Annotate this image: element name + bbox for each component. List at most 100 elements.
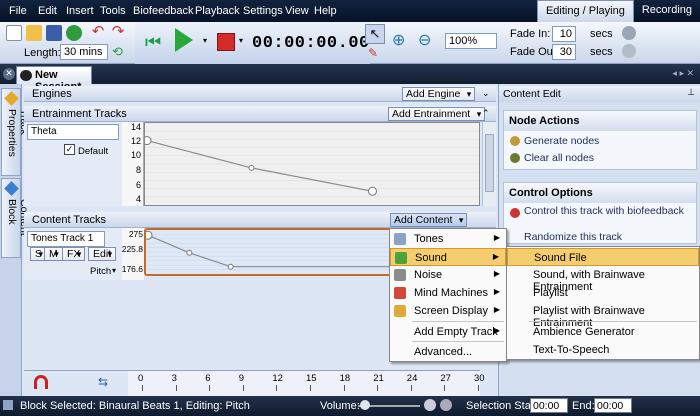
curve-node[interactable] (143, 230, 153, 240)
add-engine-button[interactable]: Add Engine (402, 87, 476, 101)
save-icon[interactable] (46, 25, 62, 41)
curve-line[interactable] (147, 234, 396, 268)
randomize-link[interactable]: Randomize this track (524, 231, 622, 243)
play-options-icon[interactable]: ▾ (203, 36, 207, 45)
length-select[interactable]: 30 mins (60, 44, 108, 60)
fade-out-input[interactable]: 30 (552, 44, 576, 60)
volume-slider[interactable] (358, 400, 420, 410)
close-session-icon[interactable]: ✕ (3, 68, 15, 80)
mind-machines-icon (394, 287, 406, 299)
menu-item-advanced[interactable]: Advanced... (390, 343, 506, 361)
generate-nodes-link[interactable]: Generate nodes (524, 135, 599, 147)
open-folder-icon[interactable] (26, 25, 42, 41)
menu-item-sound[interactable]: Sound ▶ (390, 248, 506, 266)
curve-node[interactable] (368, 186, 377, 196)
curve-node[interactable] (186, 249, 193, 256)
entrainment-scrollbar[interactable] (482, 122, 496, 206)
menu-insert[interactable]: Insert (66, 5, 94, 17)
add-content-button[interactable]: Add Content (390, 213, 468, 227)
submenu-item-sound-file[interactable]: Sound File (507, 248, 699, 266)
content-track-select[interactable]: Tones Track 1 (27, 231, 105, 247)
fit-view-icon[interactable]: ⇆ (98, 375, 116, 389)
clear-nodes-link[interactable]: Clear all nodes (524, 152, 594, 164)
selection-start-input[interactable]: 00:00 (530, 398, 568, 413)
settings-gear-icon[interactable] (622, 26, 636, 40)
submenu-item-playlist-brainwave[interactable]: Playlist with Brainwave Entrainment (507, 302, 699, 329)
volume-plus-icon[interactable] (424, 399, 436, 411)
tab-track-properties[interactable]: Track Properties (1, 88, 30, 176)
submenu-item-playlist[interactable]: Playlist (507, 284, 699, 302)
new-file-icon[interactable] (6, 25, 22, 41)
help-icon[interactable] (622, 44, 636, 58)
volume-slider-thumb[interactable] (360, 400, 370, 410)
selection-end-input[interactable]: 00:00 (594, 398, 632, 413)
entrainment-graph[interactable] (142, 122, 480, 206)
export-icon[interactable] (66, 25, 82, 41)
menu-edit[interactable]: Edit (38, 5, 57, 17)
curve-node[interactable] (142, 136, 152, 146)
pitch-dropdown-icon[interactable]: ▾ (112, 266, 116, 275)
menu-tools[interactable]: Tools (100, 5, 126, 17)
mute-button[interactable]: M (44, 247, 63, 261)
curve-node[interactable] (227, 263, 234, 270)
add-entrainment-button[interactable]: Add Entrainment (388, 107, 486, 121)
pencil-tool-icon[interactable]: ✎ (368, 46, 378, 60)
default-checkbox[interactable]: ✓ (64, 144, 75, 155)
content-curve[interactable] (143, 230, 399, 274)
curve-line[interactable] (146, 140, 373, 192)
fade-in-input[interactable]: 10 (552, 26, 576, 42)
collapse-engines-icon[interactable]: ⌄ (482, 88, 490, 99)
session-tab[interactable]: New Session* (16, 66, 92, 93)
menu-item-noise[interactable]: Noise ▶ (390, 266, 506, 284)
submenu-item-sound-brainwave[interactable]: Sound, with Brainwave Entrainment (507, 266, 699, 293)
rewind-icon[interactable]: ⏮ (145, 33, 161, 51)
refresh-icon[interactable]: ⟲ (112, 45, 128, 61)
zoom-in-icon[interactable]: ⊕ (392, 30, 405, 50)
tab-editing-playing[interactable]: Editing / Playing (536, 0, 634, 22)
undo-icon[interactable]: ↶ (90, 24, 106, 41)
clear-nodes-icon (510, 153, 520, 163)
submenu-item-ambience-generator[interactable]: Ambience Generator (507, 323, 699, 341)
menu-item-mind-machines[interactable]: Mind Machines ▶ (390, 284, 506, 302)
menu-biofeedback[interactable]: Biofeedback (133, 5, 194, 17)
fx-button[interactable]: FX (62, 247, 86, 261)
entrainment-ytick: 8 (135, 165, 141, 175)
add-content-menu: Tones ▶ Sound ▶ Noise ▶ Mind Machines ▶ … (389, 228, 507, 362)
pin-icon[interactable]: ⊥ (687, 87, 695, 98)
redo-icon[interactable]: ↷ (110, 24, 126, 41)
submenu-item-text-to-speech[interactable]: Text-To-Speech (507, 341, 699, 359)
curve-node[interactable] (248, 164, 255, 171)
tab-content-block[interactable]: Content Block (1, 178, 30, 258)
ruler-tick-mark (444, 385, 446, 391)
play-icon[interactable] (175, 28, 193, 52)
collapse-entrainment-icon[interactable]: ⌃ (482, 108, 490, 119)
content-block[interactable] (143, 228, 400, 276)
menu-help[interactable]: Help (314, 5, 337, 17)
menu-settings[interactable]: Settings (243, 5, 283, 17)
zoom-out-icon[interactable]: ⊖ (418, 30, 431, 50)
timeline-ruler[interactable]: 0 3 6 9 12 15 18 21 24 27 30 (128, 370, 485, 396)
menu-item-add-empty-track[interactable]: Add Empty Track ▶ (390, 323, 506, 341)
ruler-tick-mark (410, 385, 412, 391)
menu-item-tones[interactable]: Tones ▶ (390, 230, 506, 248)
zoom-select[interactable]: 100% (445, 33, 497, 49)
biofeedback-link[interactable]: Control this track with biofeedback (524, 206, 694, 217)
menu-item-screen-display[interactable]: Screen Display ▶ (390, 302, 506, 320)
stop-icon[interactable] (217, 33, 235, 51)
entrainment-curve[interactable] (142, 123, 479, 205)
pointer-tool-icon[interactable]: ↖ (365, 24, 385, 44)
content-row: Content Tracks Add Content (24, 212, 496, 228)
tab-nav-icons[interactable]: ◂ ▸ ✕ (672, 68, 694, 79)
stop-options-icon[interactable]: ▾ (239, 36, 243, 45)
menu-playback[interactable]: Playback (195, 5, 240, 17)
entrainment-type-select[interactable]: Theta (27, 124, 119, 140)
menu-item-label: Tones (414, 233, 444, 245)
edit-track-button[interactable]: Edit (88, 247, 117, 261)
tab-recording[interactable]: Recording (634, 0, 700, 22)
entrainment-scroll-thumb[interactable] (485, 134, 494, 192)
screen-display-icon (394, 305, 406, 317)
menu-view[interactable]: View (285, 5, 309, 17)
menu-file[interactable]: File (9, 5, 27, 17)
snap-magnet-icon[interactable] (34, 375, 48, 389)
mute-icon[interactable] (440, 399, 452, 411)
